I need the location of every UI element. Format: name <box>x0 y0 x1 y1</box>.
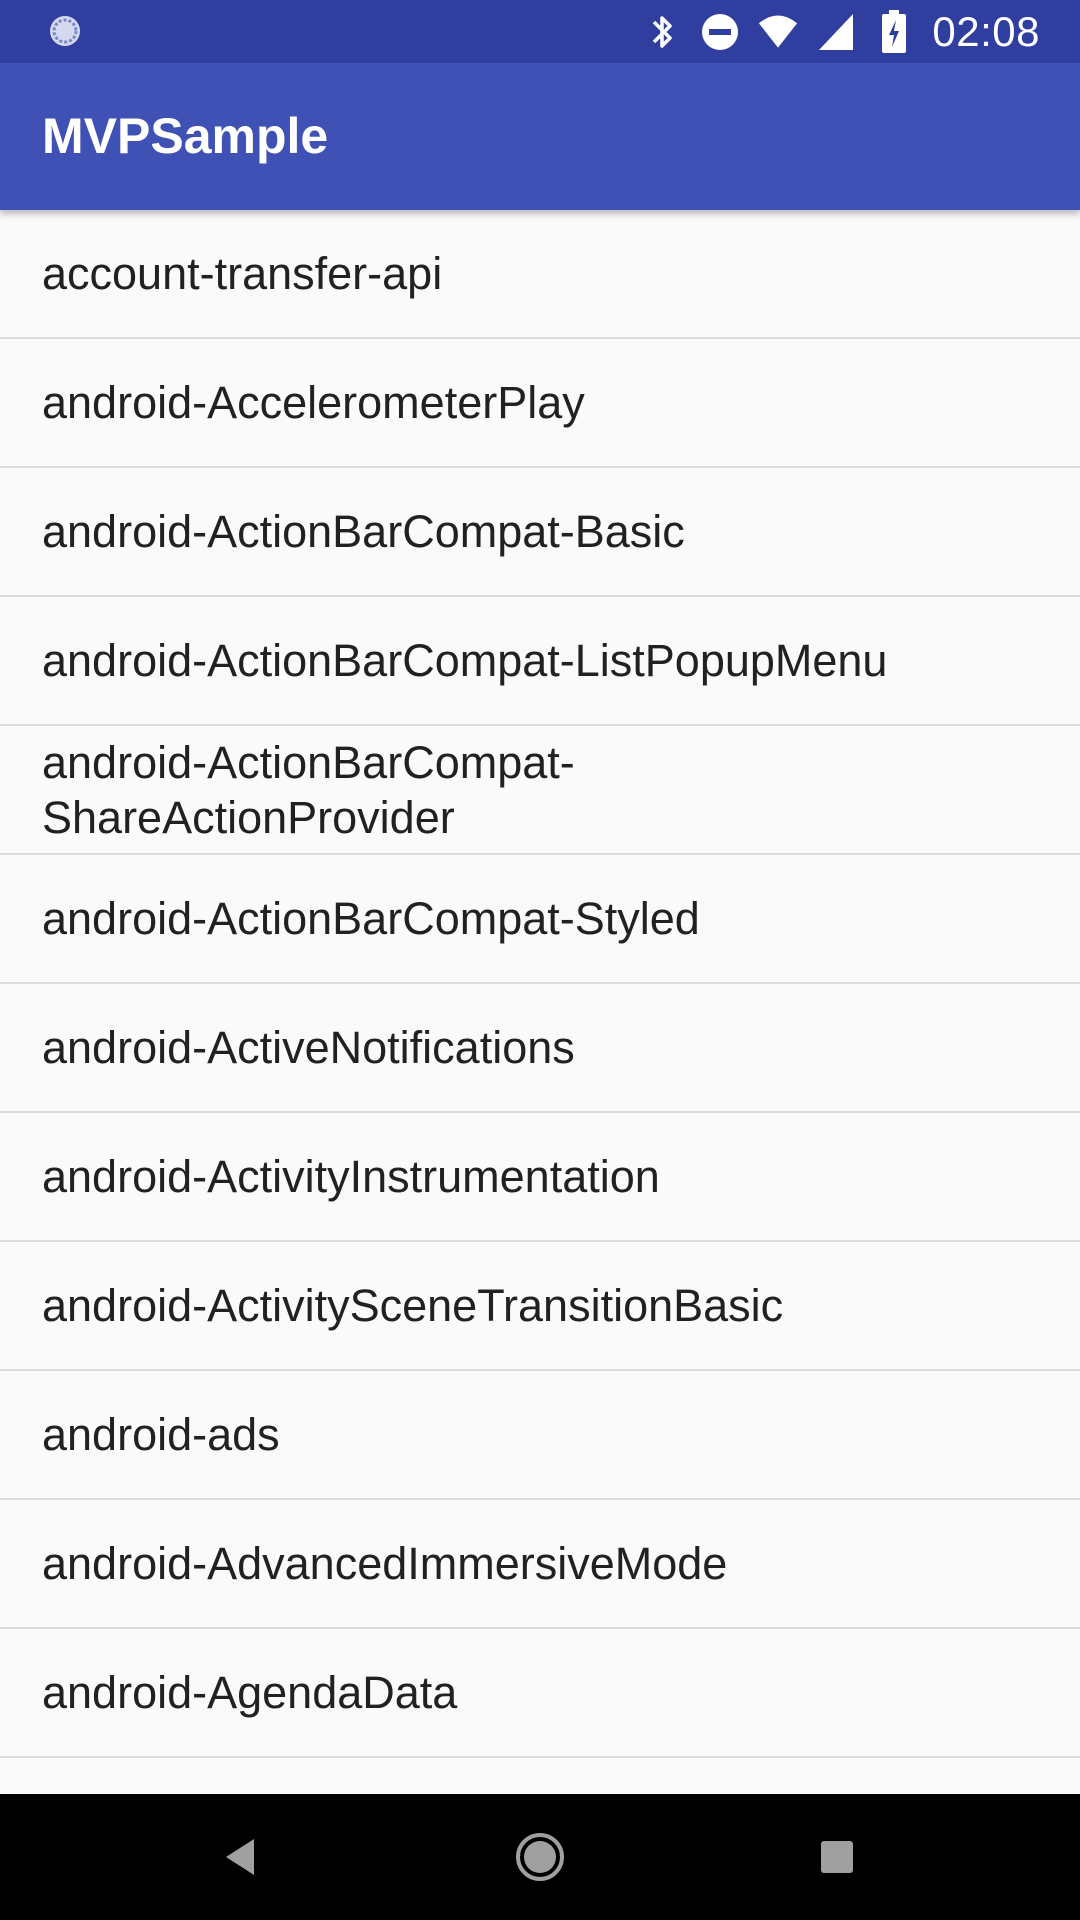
back-icon[interactable] <box>210 1827 270 1887</box>
list-item-label: android-ActiveNotifications <box>42 1022 575 1073</box>
list-item[interactable]: account-transfer-api <box>0 210 1080 339</box>
list-item[interactable]: android-AdvancedImmersiveMode <box>0 1500 1080 1629</box>
status-icons: 02:08 <box>642 0 1040 63</box>
list-item-label: android-ads <box>42 1409 280 1460</box>
list-item-label: account-transfer-api <box>42 248 443 299</box>
list-item[interactable]: android-ads <box>0 1371 1080 1500</box>
list-item[interactable]: android-ActionBarCompat-ListPopupMenu <box>0 597 1080 726</box>
do-not-disturb-icon <box>700 12 740 52</box>
wifi-icon <box>758 12 798 52</box>
list-item-label: android-AgendaData <box>42 1667 458 1718</box>
battery-charging-icon <box>874 9 914 53</box>
cell-signal-icon <box>816 12 856 52</box>
list-item[interactable]: android-ActiveNotifications <box>0 984 1080 1113</box>
app-bar: MVPSample <box>0 63 1080 210</box>
navigation-bar <box>0 1794 1080 1920</box>
bluetooth-icon <box>642 12 682 52</box>
status-time: 02:08 <box>932 7 1040 55</box>
sync-icon <box>48 14 82 48</box>
list-item[interactable]: android-ActionBarCompat- ShareActionProv… <box>0 726 1080 855</box>
status-bar: 02:08 <box>0 0 1080 63</box>
list-item[interactable]: android-ActivitySceneTransitionBasic <box>0 1242 1080 1371</box>
list-item[interactable]: android-ActionBarCompat-Basic <box>0 468 1080 597</box>
home-icon[interactable] <box>510 1827 570 1887</box>
recents-icon[interactable] <box>807 1827 867 1887</box>
list-item[interactable]: android-AccelerometerPlay <box>0 339 1080 468</box>
list-item-label: android-ActivitySceneTransitionBasic <box>42 1280 784 1331</box>
list-item-label: android-AdvancedImmersiveMode <box>42 1538 728 1589</box>
list-item-label: android-ActionBarCompat- ShareActionProv… <box>42 736 575 843</box>
sample-list[interactable]: account-transfer-api android-Acceleromet… <box>0 210 1080 1794</box>
list-item-label: android-ActivityInstrumentation <box>42 1151 660 1202</box>
list-item[interactable]: android-AgendaData <box>0 1629 1080 1758</box>
list-item[interactable]: android-ActivityInstrumentation <box>0 1113 1080 1242</box>
list-item[interactable] <box>0 1758 1080 1794</box>
app-title: MVPSample <box>42 108 329 164</box>
list-item-label: android-ActionBarCompat-Styled <box>42 893 700 944</box>
list-item-label: android-ActionBarCompat-ListPopupMenu <box>42 635 888 686</box>
list-item-label: android-ActionBarCompat-Basic <box>42 506 685 557</box>
list-item[interactable]: android-ActionBarCompat-Styled <box>0 855 1080 984</box>
list-item-label: android-AccelerometerPlay <box>42 377 585 428</box>
